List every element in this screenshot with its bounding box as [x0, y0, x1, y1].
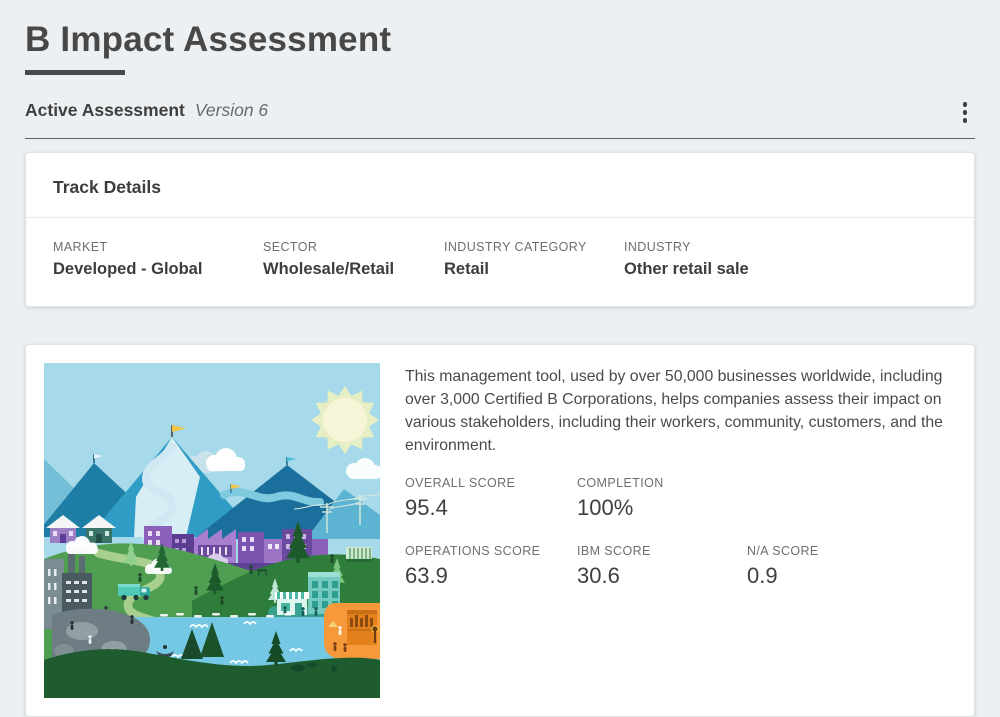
score-label: N/A SCORE — [747, 544, 956, 558]
assessment-version: Version 6 — [195, 100, 268, 120]
score-label: OPERATIONS SCORE — [405, 544, 577, 558]
score-na: N/A SCORE 0.9 — [747, 544, 956, 589]
field-label: INDUSTRY — [624, 240, 947, 254]
score-value: 95.4 — [405, 495, 577, 521]
track-details-grid: MARKET Developed - Global SECTOR Wholesa… — [26, 218, 974, 306]
score-overall: OVERALL SCORE 95.4 — [405, 476, 577, 521]
track-details-card: Track Details MARKET Developed - Global … — [25, 152, 975, 307]
kebab-dot — [963, 118, 968, 123]
assessment-summary-card: This management tool, used by over 50,00… — [25, 344, 975, 717]
assessment-summary-content: This management tool, used by over 50,00… — [405, 363, 956, 698]
title-underline — [25, 70, 125, 75]
track-details-title: Track Details — [53, 177, 947, 198]
score-label: COMPLETION — [577, 476, 747, 490]
score-value: 63.9 — [405, 563, 577, 589]
kebab-dot — [963, 102, 968, 107]
field-sector: SECTOR Wholesale/Retail — [263, 240, 444, 279]
assessment-description: This management tool, used by over 50,00… — [405, 365, 956, 457]
page-title: B Impact Assessment — [25, 0, 975, 60]
page: B Impact Assessment Active Assessment Ver… — [0, 0, 1000, 717]
active-assessment-label: Active Assessment — [25, 100, 185, 120]
field-market: MARKET Developed - Global — [53, 240, 263, 279]
field-value: Developed - Global — [53, 260, 263, 279]
assessment-bar: Active Assessment Version 6 — [25, 99, 975, 139]
score-value: 100% — [577, 495, 747, 521]
score-row-1: OVERALL SCORE 95.4 COMPLETION 100% — [405, 476, 956, 521]
landscape-illustration — [44, 363, 380, 698]
score-operations: OPERATIONS SCORE 63.9 — [405, 544, 577, 589]
field-label: MARKET — [53, 240, 263, 254]
field-label: SECTOR — [263, 240, 444, 254]
track-details-header: Track Details — [26, 153, 974, 217]
field-industry-category: INDUSTRY CATEGORY Retail — [444, 240, 624, 279]
field-industry: INDUSTRY Other retail sale — [624, 240, 947, 279]
assessment-subtitle: Active Assessment Version 6 — [25, 99, 268, 121]
score-label: IBM SCORE — [577, 544, 747, 558]
field-value: Retail — [444, 260, 624, 279]
score-ibm: IBM SCORE 30.6 — [577, 544, 747, 589]
field-value: Other retail sale — [624, 260, 947, 279]
score-label: OVERALL SCORE — [405, 476, 577, 490]
score-value: 0.9 — [747, 563, 956, 589]
field-value: Wholesale/Retail — [263, 260, 444, 279]
score-row-2: OPERATIONS SCORE 63.9 IBM SCORE 30.6 N/A… — [405, 544, 956, 589]
score-completion: COMPLETION 100% — [577, 476, 747, 521]
kebab-dot — [963, 110, 968, 115]
field-label: INDUSTRY CATEGORY — [444, 240, 624, 254]
score-value: 30.6 — [577, 563, 747, 589]
kebab-menu-icon[interactable] — [955, 99, 976, 126]
